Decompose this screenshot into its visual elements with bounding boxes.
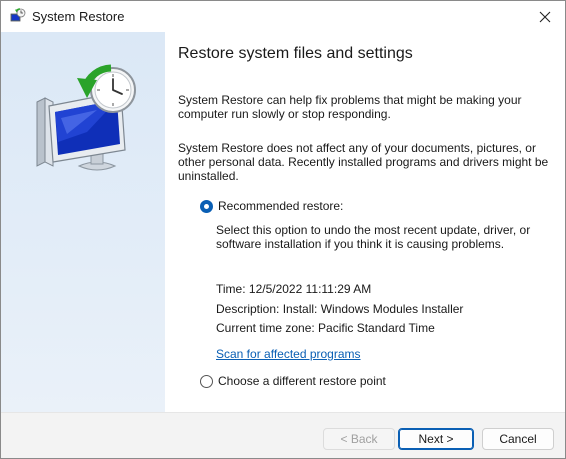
page-title: Restore system files and settings [178, 45, 413, 62]
intro-paragraph: System Restore can help fix problems tha… [178, 93, 522, 121]
recommended-description: Select this option to undo the most rece… [216, 223, 531, 251]
restore-timezone: Current time zone: Pacific Standard Time [216, 321, 435, 335]
restore-description: Description: Install: Windows Modules In… [216, 302, 464, 316]
recommended-restore-radio[interactable] [200, 199, 213, 213]
button-bar: < Back Next > Cancel [1, 412, 565, 458]
next-button[interactable]: Next > [398, 428, 474, 450]
system-restore-window: System Restore Restore system files and … [0, 0, 566, 459]
info-paragraph: System Restore does not affect any of yo… [178, 141, 549, 183]
close-icon [539, 11, 551, 22]
window-title: System Restore [32, 9, 125, 24]
cancel-button[interactable]: Cancel [482, 428, 554, 450]
system-restore-icon [10, 8, 26, 22]
recommended-restore-label: Recommended restore: [218, 199, 344, 213]
back-button[interactable]: < Back [323, 428, 395, 450]
close-button[interactable] [525, 1, 565, 32]
title-bar: System Restore [1, 1, 565, 32]
content-panel: Restore system files and settings System… [165, 32, 565, 412]
restore-time: Time: 12/5/2022 11:11:29 AM [216, 282, 372, 296]
different-restore-radio[interactable] [200, 374, 213, 388]
sidebar-panel [1, 32, 165, 412]
recommended-restore-option[interactable]: Recommended restore: [200, 199, 343, 213]
scan-affected-programs-link[interactable]: Scan for affected programs [216, 347, 361, 361]
system-restore-illustration [36, 64, 136, 171]
different-restore-label: Choose a different restore point [218, 374, 386, 388]
different-restore-option[interactable]: Choose a different restore point [200, 374, 386, 388]
